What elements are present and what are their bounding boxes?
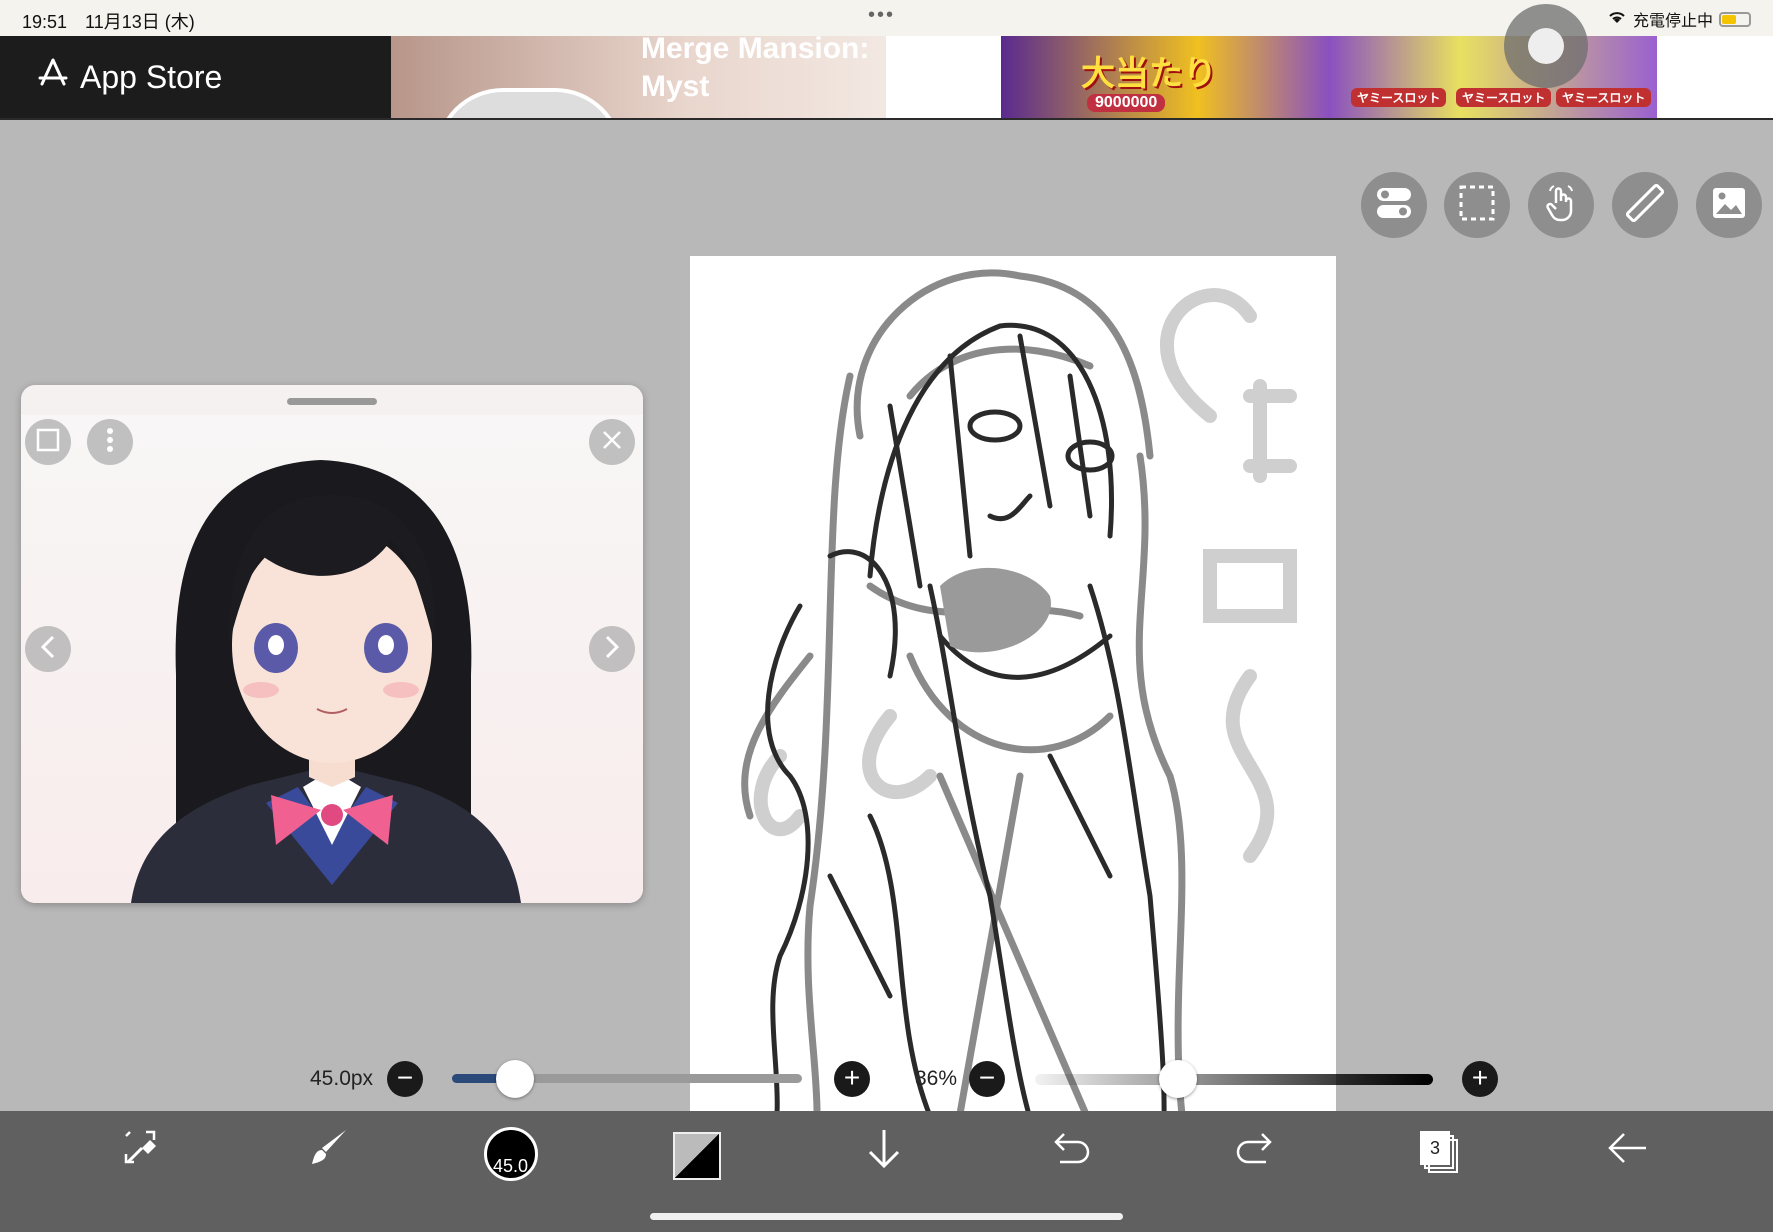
hand-icon	[1542, 183, 1580, 228]
opacity-slider-thumb[interactable]	[1159, 1060, 1197, 1098]
color-swatch-button[interactable]	[673, 1132, 721, 1180]
selection-tool-button[interactable]	[1444, 172, 1510, 238]
chevron-right-icon	[602, 634, 622, 665]
opacity-slider[interactable]	[1035, 1074, 1433, 1085]
image-tool-button[interactable]	[1696, 172, 1762, 238]
previous-image-button[interactable]	[25, 626, 71, 672]
transform-tool-button[interactable]	[118, 1128, 166, 1176]
reference-image	[21, 415, 643, 903]
brush-size-slider-thumb[interactable]	[496, 1060, 534, 1098]
ad2-slot-label: ヤミースロット	[1351, 88, 1447, 107]
opacity-label: 36%	[915, 1067, 958, 1090]
undo-icon	[1048, 1130, 1092, 1175]
brush-size-decrease-button[interactable]: −	[387, 1061, 423, 1097]
ad2-title: 大当たり	[1081, 55, 1217, 93]
merge-mansion-ad[interactable]: Merge Mansion: Myst	[391, 36, 886, 118]
plus-icon: +	[1471, 1062, 1489, 1093]
minus-icon: −	[396, 1062, 414, 1093]
ad1-title: Merge Mansion: Myst	[641, 36, 870, 103]
charging-status: 充電停止中	[1632, 13, 1713, 30]
close-icon	[601, 429, 623, 456]
ad2-slot-label: ヤミースロット	[1556, 88, 1652, 107]
drawing-canvas[interactable]	[690, 256, 1336, 1170]
selection-icon	[1458, 184, 1496, 227]
plus-icon: +	[843, 1062, 861, 1093]
opacity-increase-button[interactable]: +	[1462, 1061, 1498, 1097]
status-time: 19:51 11月13日 (木)	[22, 12, 195, 32]
reference-window[interactable]	[21, 385, 643, 903]
back-button[interactable]	[1604, 1128, 1652, 1176]
download-button[interactable]	[860, 1128, 908, 1176]
brush-tool-button[interactable]	[304, 1128, 352, 1176]
ad2-slot-label: ヤミースロット	[1456, 88, 1552, 107]
drag-handle[interactable]	[287, 398, 377, 405]
hand-tool-button[interactable]	[1528, 172, 1594, 238]
app-store-label: App Store	[80, 58, 223, 95]
minus-icon: −	[978, 1062, 996, 1093]
more-vertical-icon	[105, 427, 115, 458]
status-right: 充電停止中	[1607, 7, 1751, 31]
more-options-button[interactable]	[87, 419, 133, 465]
brush-icon	[306, 1126, 350, 1179]
redo-button[interactable]	[1232, 1128, 1280, 1176]
arrow-down-icon	[864, 1126, 904, 1179]
transform-icon	[120, 1126, 164, 1179]
opacity-decrease-button[interactable]: −	[969, 1061, 1005, 1097]
app-store-ad[interactable]: App Store	[0, 36, 391, 118]
image-icon	[1711, 186, 1747, 225]
brush-size-value: 45.0	[493, 1156, 529, 1176]
toggle-icon	[1375, 185, 1413, 226]
next-image-button[interactable]	[589, 626, 635, 672]
multitask-dots[interactable]: •••	[868, 4, 895, 27]
ad2-number: 9000000	[1087, 94, 1166, 112]
square-icon	[35, 427, 61, 458]
brush-size-increase-button[interactable]: +	[834, 1061, 870, 1097]
home-indicator[interactable]	[650, 1213, 1123, 1220]
close-reference-button[interactable]	[589, 419, 635, 465]
toggle-tool-button[interactable]	[1361, 172, 1427, 238]
ad-character-image	[435, 88, 623, 118]
app-store-icon	[36, 56, 70, 98]
undo-button[interactable]	[1046, 1128, 1094, 1176]
color-button[interactable]: 45.0	[484, 1127, 538, 1181]
fit-window-button[interactable]	[25, 419, 71, 465]
layer-count: 3	[1420, 1131, 1450, 1165]
assistive-touch-button[interactable]	[1504, 4, 1588, 88]
redo-icon	[1234, 1130, 1278, 1175]
battery-icon	[1719, 11, 1751, 27]
layers-button[interactable]: 3	[1420, 1131, 1464, 1175]
ruler-icon	[1625, 183, 1665, 227]
arrow-left-icon	[1606, 1132, 1650, 1173]
chevron-left-icon	[38, 634, 58, 665]
ruler-tool-button[interactable]	[1612, 172, 1678, 238]
wifi-icon	[1607, 9, 1627, 30]
brush-size-label: 45.0px	[310, 1067, 374, 1090]
